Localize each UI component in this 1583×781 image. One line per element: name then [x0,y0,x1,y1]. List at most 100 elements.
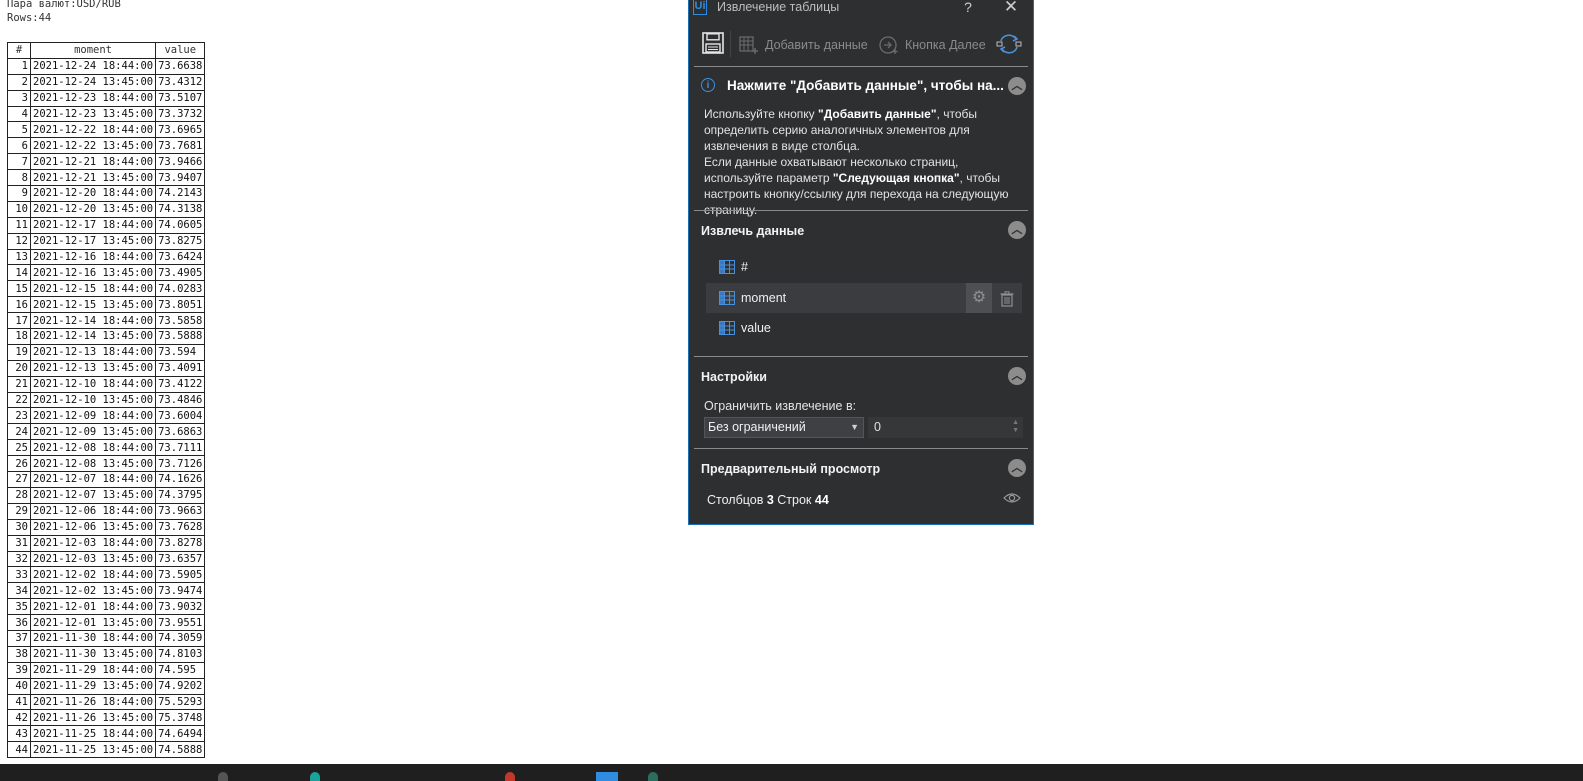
limit-select[interactable]: Без ограничений ▼ [704,417,864,438]
column-icon [719,321,735,335]
row-index-cell: 33 [7,566,31,584]
row-moment-cell: 2021-12-21 13:45:00 [29,169,157,187]
table-row: 42 2021-11-26 13:45:00 75.3748 [7,709,206,727]
column-item-moment[interactable]: moment ⚙ [706,283,1022,313]
add-data-label: Добавить данные [765,38,868,52]
close-button[interactable]: ✕ [1003,0,1019,17]
column-item-index[interactable]: # [706,252,1022,282]
row-value-cell: 73.4122 [155,375,206,393]
taskbar-icon[interactable] [505,772,515,781]
settings-collapse-button[interactable]: ︿ [1008,367,1026,385]
table-row: 10 2021-12-20 13:45:00 74.3138 [7,200,206,218]
row-index-cell: 30 [7,518,31,536]
panel-titlebar[interactable]: Ui Извлечение таблицы ? ✕ [689,0,1033,19]
row-moment-cell: 2021-12-13 18:44:00 [29,343,157,361]
column-label: moment [741,291,787,305]
row-index-cell: 14 [7,264,31,282]
correlate-refresh-icon[interactable] [996,32,1022,56]
row-moment-cell: 2021-12-16 13:45:00 [29,264,157,282]
row-value-cell: 73.9466 [155,153,206,171]
table-row: 2 2021-12-24 13:45:00 73.4312 [7,73,206,91]
row-value-cell: 73.4091 [155,359,206,377]
row-value-cell: 75.3748 [155,709,206,727]
row-moment-cell: 2021-12-07 13:45:00 [29,486,157,504]
info-text-bold: "Следующая кнопка" [832,171,960,185]
row-value-cell: 73.7681 [155,137,206,155]
row-value-cell: 74.595 [155,661,206,679]
table-row: 11 2021-12-17 18:44:00 74.0605 [7,216,206,234]
column-actions: ⚙ [966,283,1022,313]
taskbar-icon[interactable] [596,772,618,781]
preview-collapse-button[interactable]: ︿ [1008,459,1026,477]
row-value-cell: 73.7628 [155,518,206,536]
row-moment-cell: 2021-12-20 13:45:00 [29,200,157,218]
table-row: 26 2021-12-08 13:45:00 73.7126 [7,455,206,473]
row-moment-cell: 2021-12-23 13:45:00 [29,105,157,123]
row-index-cell: 23 [7,407,31,425]
chevron-down-icon: ▼ [850,422,859,432]
row-moment-cell: 2021-12-24 13:45:00 [29,73,157,91]
row-moment-cell: 2021-11-29 18:44:00 [29,661,157,679]
row-value-cell: 74.2143 [155,185,206,202]
trash-icon[interactable] [992,283,1022,313]
table-row: 44 2021-11-25 13:45:00 74.5888 [7,741,206,759]
row-index-cell: 35 [7,598,31,616]
gear-icon[interactable]: ⚙ [966,283,992,313]
table-row: 43 2021-11-25 18:44:00 74.6494 [7,725,206,743]
row-moment-cell: 2021-12-13 13:45:00 [29,359,157,377]
row-value-cell: 73.9663 [155,502,206,520]
limit-label: Ограничить извлечение в: [704,399,857,413]
row-moment-cell: 2021-11-26 18:44:00 [29,693,157,711]
table-row: 29 2021-12-06 18:44:00 73.9663 [7,502,206,520]
info-body: Используйте кнопку "Добавить данные", чт… [704,106,1026,218]
table-row: 39 2021-11-29 18:44:00 74.595 [7,661,206,679]
divider [694,210,1028,211]
row-index-cell: 19 [7,343,31,361]
spinner-arrows-icon[interactable]: ▲ ▼ [1012,419,1019,435]
extract-collapse-button[interactable]: ︿ [1008,221,1026,239]
row-value-cell: 74.0605 [155,216,206,234]
rates-table-body: 1 2021-12-24 18:44:00 73.6638 2 2021-12-24 1… [7,57,206,759]
row-moment-cell: 2021-12-15 13:45:00 [29,296,157,314]
row-moment-cell: 2021-12-02 18:44:00 [29,566,157,584]
row-moment-cell: 2021-12-01 18:44:00 [29,598,157,616]
help-button[interactable]: ? [961,0,975,15]
taskbar-icon[interactable] [310,772,320,781]
row-moment-cell: 2021-12-10 13:45:00 [29,391,157,409]
table-row: 31 2021-12-03 18:44:00 73.8278 [7,534,206,552]
row-moment-cell: 2021-12-15 18:44:00 [29,280,157,298]
row-moment-cell: 2021-11-26 13:45:00 [29,709,157,727]
limit-number-input[interactable]: 0 ▲ ▼ [868,417,1023,438]
info-collapse-button[interactable]: ︿ [1008,77,1026,95]
info-icon: i [701,78,715,92]
row-index-cell: 31 [7,534,31,552]
row-index-cell: 41 [7,693,31,711]
save-icon[interactable] [701,31,725,55]
row-moment-cell: 2021-12-14 13:45:00 [29,328,157,345]
preview-title: Предварительный просмотр [701,462,881,476]
page-header-text: Пара валют:USD/RUB Rows:44 [7,0,121,25]
row-index-cell: 9 [7,185,31,202]
column-item-value[interactable]: value [706,313,1022,343]
info-title: Нажмите "Добавить данные", чтобы на... [727,78,1004,93]
table-row: 7 2021-12-21 18:44:00 73.9466 [7,153,206,171]
row-index-cell: 39 [7,661,31,679]
preview-columns-label: Столбцов [707,493,764,507]
row-value-cell: 73.4312 [155,73,206,91]
row-moment-cell: 2021-11-30 18:44:00 [29,629,157,647]
row-value-cell: 74.8103 [155,645,206,663]
header-moment: moment [29,42,157,59]
table-row: 3 2021-12-23 18:44:00 73.5107 [7,89,206,107]
row-moment-cell: 2021-12-08 18:44:00 [29,439,157,457]
row-index-cell: 32 [7,550,31,568]
eye-icon[interactable] [1003,491,1021,505]
row-value-cell: 73.7111 [155,439,206,457]
row-index-cell: 10 [7,200,31,218]
row-index-cell: 27 [7,471,31,488]
table-row: 25 2021-12-08 18:44:00 73.7111 [7,439,206,457]
next-button-button[interactable]: Кнопка Далее [879,34,986,56]
taskbar-icon[interactable] [218,772,228,781]
taskbar-icon[interactable] [648,772,658,781]
add-data-button[interactable]: Добавить данные [739,34,868,56]
row-moment-cell: 2021-12-22 18:44:00 [29,121,157,139]
